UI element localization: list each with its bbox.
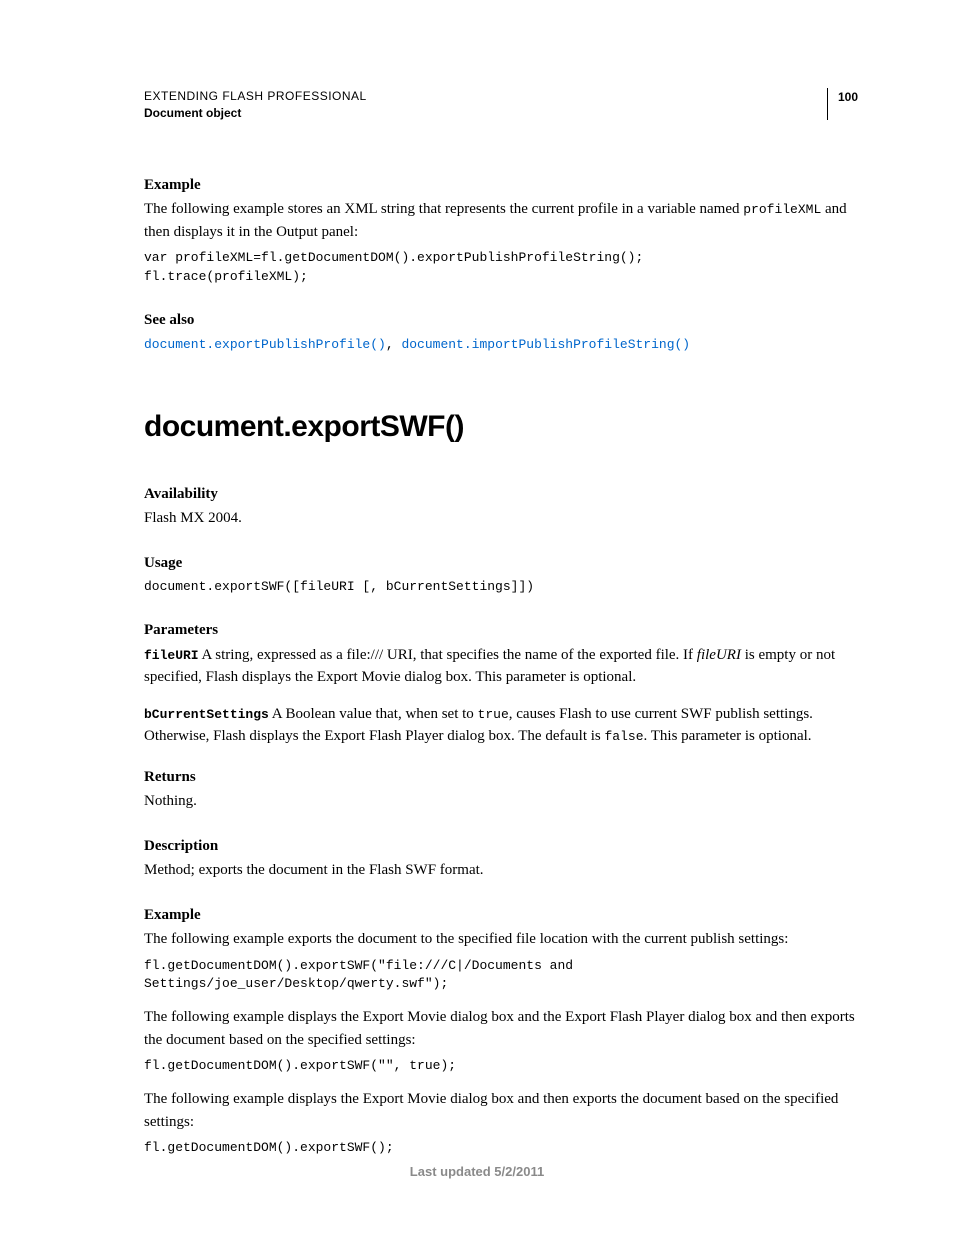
inline-code: false <box>605 729 644 744</box>
availability-text: Flash MX 2004. <box>144 507 858 530</box>
header-left: EXTENDING FLASH PROFESSIONAL Document ob… <box>144 88 367 122</box>
usage-section: Usage document.exportSWF([fileURI [, bCu… <box>144 552 858 597</box>
availability-section: Availability Flash MX 2004. <box>144 483 858 530</box>
code-block: fl.getDocumentDOM().exportSWF(); <box>144 1139 858 1158</box>
example-heading: Example <box>144 174 858 197</box>
parameter-fileuri: fileURI A string, expressed as a file://… <box>144 644 858 689</box>
example-text: The following example displays the Expor… <box>144 1088 858 1133</box>
param-italic: fileURI <box>697 647 741 663</box>
header-subtitle: Document object <box>144 105 367 122</box>
page-number-container: 100 <box>827 88 858 120</box>
inline-code: true <box>478 707 509 722</box>
code-block: fl.getDocumentDOM().exportSWF("", true); <box>144 1057 858 1076</box>
param-name: fileURI <box>144 648 199 663</box>
usage-heading: Usage <box>144 552 858 575</box>
link-import-publish-profile-string[interactable]: document.importPublishProfileString() <box>401 337 690 352</box>
method-title: document.exportSWF() <box>144 404 858 449</box>
see-also-section: See also document.exportPublishProfile()… <box>144 309 858 356</box>
parameters-heading: Parameters <box>144 619 858 642</box>
code-block: var profileXML=fl.getDocumentDOM().expor… <box>144 249 858 287</box>
example-section-1: Example The following example stores an … <box>144 174 858 287</box>
page-footer: Last updated 5/2/2011 <box>0 1162 954 1182</box>
param-name: bCurrentSettings <box>144 707 269 722</box>
code-block: fl.getDocumentDOM().exportSWF("file:///C… <box>144 957 858 995</box>
returns-heading: Returns <box>144 766 858 789</box>
see-also-links: document.exportPublishProfile(), documen… <box>144 333 858 356</box>
example-text: The following example stores an XML stri… <box>144 198 858 243</box>
header-title: EXTENDING FLASH PROFESSIONAL <box>144 88 367 105</box>
description-section: Description Method; exports the document… <box>144 835 858 882</box>
parameter-bcurrentsettings: bCurrentSettings A Boolean value that, w… <box>144 703 858 748</box>
example-heading: Example <box>144 904 858 927</box>
link-export-publish-profile[interactable]: document.exportPublishProfile() <box>144 337 386 352</box>
example-text: The following example exports the docume… <box>144 928 858 951</box>
example-text: The following example displays the Expor… <box>144 1006 858 1051</box>
description-heading: Description <box>144 835 858 858</box>
usage-code: document.exportSWF([fileURI [, bCurrentS… <box>144 578 858 597</box>
example-section-2: Example The following example exports th… <box>144 904 858 1158</box>
page-number: 100 <box>838 88 858 106</box>
returns-text: Nothing. <box>144 790 858 813</box>
page-header: EXTENDING FLASH PROFESSIONAL Document ob… <box>144 88 858 122</box>
see-also-heading: See also <box>144 309 858 332</box>
returns-section: Returns Nothing. <box>144 766 858 813</box>
inline-code: profileXML <box>743 202 821 217</box>
parameters-section: Parameters fileURI A string, expressed a… <box>144 619 858 748</box>
description-text: Method; exports the document in the Flas… <box>144 859 858 882</box>
availability-heading: Availability <box>144 483 858 506</box>
